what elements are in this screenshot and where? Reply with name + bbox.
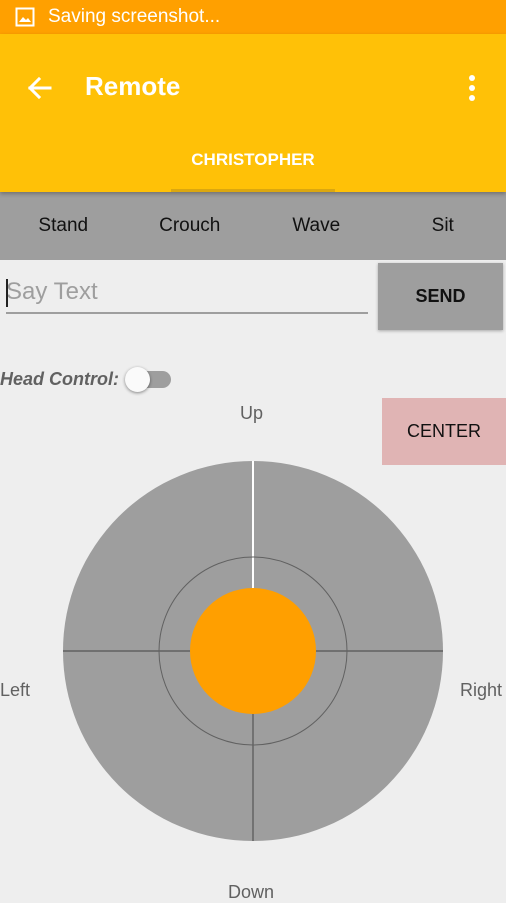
- pose-bar: Stand Crouch Wave Sit: [0, 192, 506, 260]
- arrow-back-icon[interactable]: [20, 68, 60, 108]
- tab-christopher[interactable]: CHRISTOPHER: [171, 134, 335, 192]
- head-control-switch[interactable]: [123, 367, 173, 393]
- direction-left-label: Left: [0, 680, 30, 701]
- status-text: Saving screenshot...: [48, 6, 220, 28]
- text-caret: [6, 279, 8, 307]
- center-button[interactable]: CENTER: [382, 398, 506, 465]
- sit-button[interactable]: Sit: [380, 192, 506, 260]
- direction-up-label: Up: [240, 403, 263, 424]
- tab-label: CHRISTOPHER: [171, 150, 335, 170]
- more-vert-icon[interactable]: [455, 68, 489, 108]
- wave-button[interactable]: Wave: [253, 192, 380, 260]
- crouch-button[interactable]: Crouch: [127, 192, 254, 260]
- tab-indicator: [171, 189, 335, 192]
- joystick-knob[interactable]: [190, 588, 316, 714]
- image-icon: [15, 7, 35, 27]
- say-text-input[interactable]: [6, 272, 368, 314]
- direction-right-label: Right: [460, 680, 502, 701]
- status-bar: Saving screenshot...: [0, 0, 506, 34]
- switch-thumb: [125, 367, 150, 392]
- page-title: Remote: [85, 71, 180, 102]
- send-button[interactable]: SEND: [378, 263, 503, 330]
- head-control-label: Head Control:: [0, 369, 119, 390]
- app-bar: Remote CHRISTOPHER: [0, 34, 506, 192]
- joystick-pad[interactable]: [63, 461, 443, 841]
- stand-button[interactable]: Stand: [0, 192, 127, 260]
